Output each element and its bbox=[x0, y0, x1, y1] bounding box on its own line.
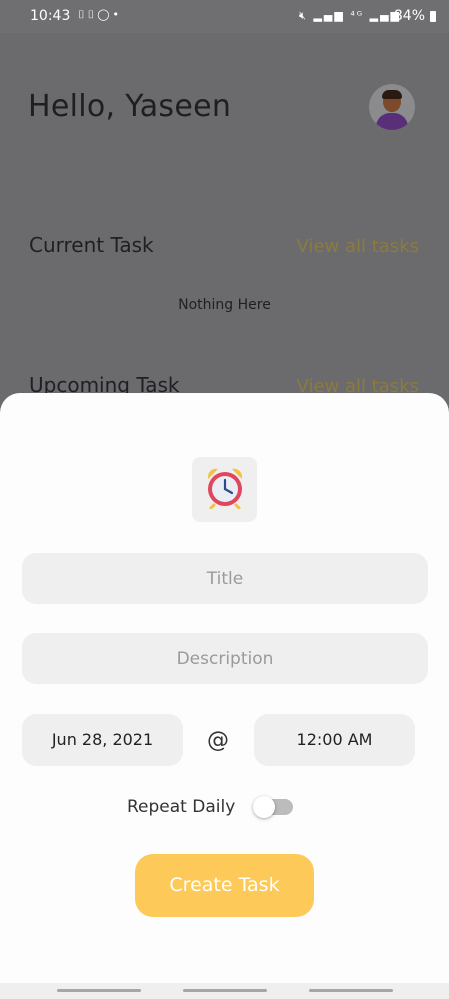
screenshot-icon: ⌷ bbox=[78, 8, 88, 21]
repeat-daily-toggle[interactable] bbox=[253, 796, 293, 818]
at-separator: @ bbox=[207, 728, 229, 753]
toggle-knob bbox=[253, 796, 275, 818]
signal-icon: ▂▄▆ bbox=[313, 9, 345, 22]
date-picker-button[interactable]: Jun 28, 2021 bbox=[22, 714, 183, 766]
create-task-sheet: Jun 28, 2021 @ 12:00 AM Repeat Daily Cre… bbox=[0, 393, 449, 983]
greeting-title: Hello, Yaseen bbox=[28, 89, 232, 124]
status-bar: 10:43 ⌷⌷◯• 🔇︎ ▂▄▆ ⁴ᴳ ▂▄▆ 84% bbox=[0, 0, 449, 33]
description-input[interactable] bbox=[22, 633, 428, 684]
mute-icon: 🔇︎ bbox=[299, 9, 308, 22]
battery-icon bbox=[430, 11, 436, 22]
alarm-clock-icon bbox=[207, 468, 243, 509]
navigation-bar bbox=[0, 983, 449, 999]
avatar-body bbox=[376, 113, 408, 130]
4g-icon: ⁴ᴳ bbox=[350, 9, 365, 22]
home-button[interactable] bbox=[183, 989, 267, 992]
time-picker-button[interactable]: 12:00 AM bbox=[254, 714, 415, 766]
repeat-daily-label: Repeat Daily bbox=[127, 797, 236, 817]
title-input[interactable] bbox=[22, 553, 428, 604]
back-button[interactable] bbox=[309, 989, 393, 992]
avatar[interactable] bbox=[369, 84, 415, 130]
recents-button[interactable] bbox=[57, 989, 141, 992]
notification-icons: ⌷⌷◯• bbox=[78, 8, 122, 22]
empty-state-text: Nothing Here bbox=[178, 297, 271, 313]
system-icons: 🔇︎ ▂▄▆ ⁴ᴳ ▂▄▆ bbox=[299, 9, 401, 23]
alarm-icon-container bbox=[192, 457, 257, 522]
dot-icon: • bbox=[112, 8, 123, 21]
whatsapp-icon: ◯ bbox=[97, 8, 113, 21]
create-task-button[interactable]: Create Task bbox=[135, 854, 314, 917]
screenshot-icon: ⌷ bbox=[87, 8, 98, 21]
avatar-hair bbox=[382, 90, 402, 99]
view-all-current-tasks-link[interactable]: View all tasks bbox=[297, 236, 419, 257]
current-task-heading: Current Task bbox=[29, 233, 154, 257]
status-time: 10:43 bbox=[30, 8, 71, 24]
battery-percent: 84% bbox=[393, 8, 425, 24]
